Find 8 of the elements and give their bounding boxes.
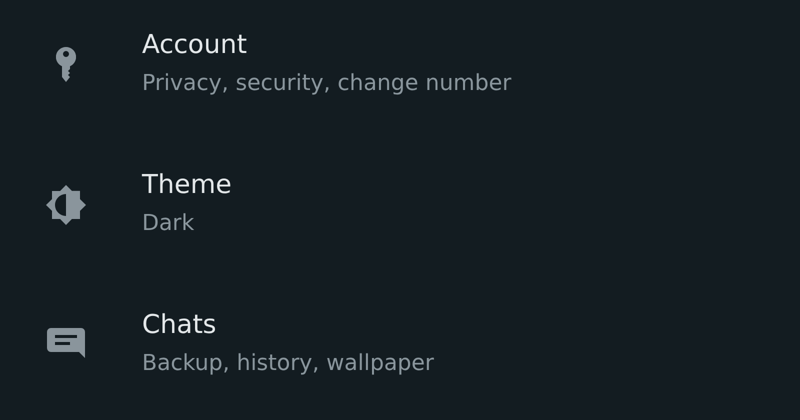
setting-subtitle: Backup, history, wallpaper [142, 350, 434, 378]
setting-subtitle: Privacy, security, change number [142, 70, 512, 98]
key-icon [56, 47, 76, 83]
setting-title[interactable]: Chats [142, 308, 434, 342]
setting-subtitle: Dark [142, 210, 196, 238]
setting-title[interactable]: Account [142, 28, 512, 62]
brightness-icon [46, 185, 86, 225]
setting-title[interactable]: Theme [142, 168, 232, 202]
